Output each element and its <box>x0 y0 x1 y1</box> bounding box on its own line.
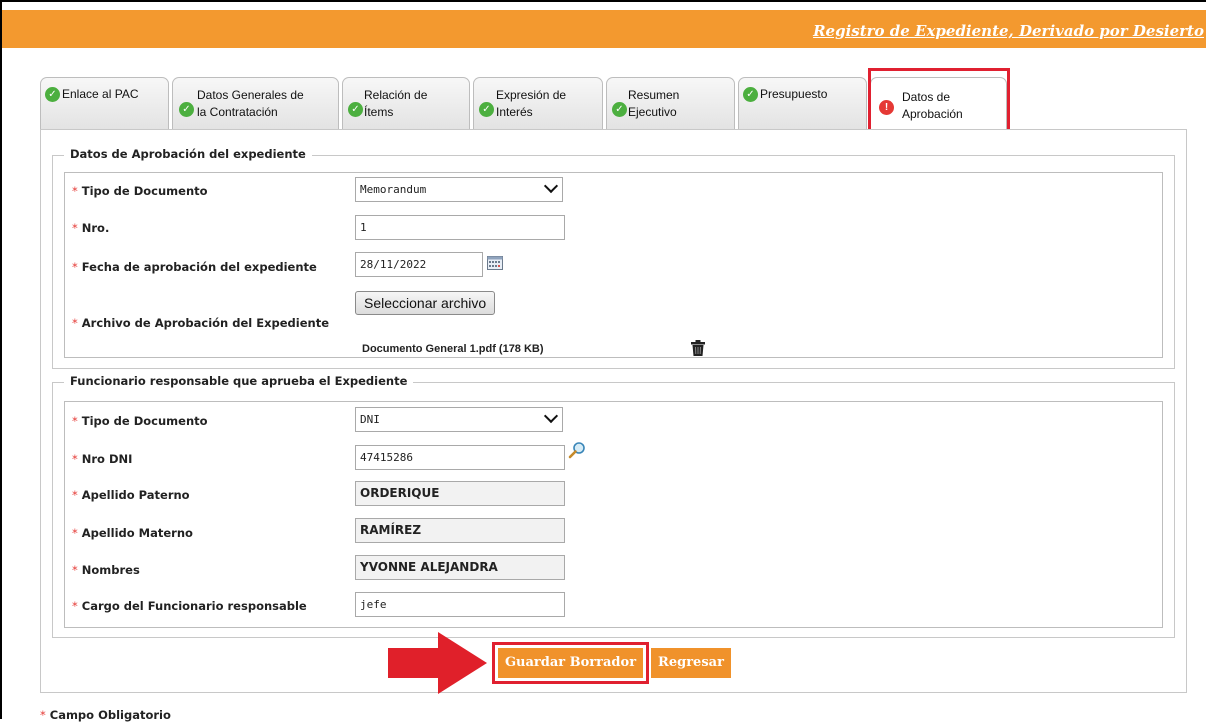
func-tipo-documento-select[interactable]: DNI <box>355 407 563 432</box>
fecha-label: *Fecha de aprobación del expediente <box>72 260 317 274</box>
header-bar: Registro de Expediente, Derivado por Des… <box>2 10 1206 48</box>
nro-input[interactable]: 1 <box>355 215 565 240</box>
page-title[interactable]: Registro de Expediente, Derivado por Des… <box>813 22 1204 40</box>
required-note: *Campo Obligatorio <box>40 708 171 722</box>
tab-label-2: Ejecutivo <box>628 104 677 120</box>
calendar-icon[interactable] <box>487 256 503 270</box>
required-mark: * <box>40 708 46 722</box>
required-mark: * <box>72 452 78 466</box>
nro-label: *Nro. <box>72 221 109 235</box>
check-icon: ✓ <box>612 102 627 117</box>
cargo-input[interactable]: jefe <box>355 592 565 617</box>
check-icon: ✓ <box>479 102 494 117</box>
apellido-materno-label: *Apellido Materno <box>72 526 193 540</box>
apellido-paterno-label: *Apellido Paterno <box>72 488 190 502</box>
tab-label-2: la Contratación <box>197 104 278 120</box>
trash-icon[interactable] <box>691 340 705 356</box>
check-icon: ✓ <box>45 87 60 102</box>
tab-label: Expresión de <box>496 87 566 103</box>
red-arrow-annotation <box>388 632 488 694</box>
apellido-paterno-field: ORDERIQUE <box>355 481 565 506</box>
legend-funcionario: Funcionario responsable que aprueba el E… <box>64 374 413 388</box>
tab-enlace-pac[interactable]: ✓ Enlace al PAC <box>40 77 169 129</box>
highlight-box-tab <box>868 68 1010 132</box>
tab-expresion-interes[interactable]: ✓ Expresión de Interés <box>473 77 603 129</box>
nro-dni-label: *Nro DNI <box>72 452 132 466</box>
required-mark: * <box>72 488 78 502</box>
cargo-label: *Cargo del Funcionario responsable <box>72 599 307 613</box>
nombres-label: *Nombres <box>72 563 140 577</box>
nro-dni-input[interactable]: 47415286 <box>355 445 565 470</box>
tab-label: Resumen <box>628 87 679 103</box>
check-icon: ✓ <box>179 102 194 117</box>
apellido-materno-field: RAMÍREZ <box>355 518 565 543</box>
highlight-box-guardar <box>492 642 649 684</box>
tab-datos-generales[interactable]: ✓ Datos Generales de la Contratación <box>172 77 339 129</box>
required-mark: * <box>72 526 78 540</box>
regresar-button[interactable]: Regresar <box>651 648 731 678</box>
tab-relacion-items[interactable]: ✓ Relación de Ítems <box>342 77 470 129</box>
tab-label: Datos Generales de <box>197 87 304 103</box>
legend-aprobacion: Datos de Aprobación del expediente <box>64 147 312 161</box>
nombres-field: YVONNE ALEJANDRA <box>355 555 565 580</box>
func-tipo-documento-label: *Tipo de Documento <box>72 414 208 428</box>
check-icon: ✓ <box>743 87 758 102</box>
tab-resumen-ejecutivo[interactable]: ✓ Resumen Ejecutivo <box>606 77 735 129</box>
chevron-down-icon <box>544 409 558 423</box>
tab-label-2: Interés <box>496 104 533 120</box>
tab-label: Enlace al PAC <box>62 86 138 102</box>
archivo-filename: Documento General 1.pdf (178 KB) <box>362 343 544 355</box>
required-mark: * <box>72 563 78 577</box>
seleccionar-archivo-button[interactable]: Seleccionar archivo <box>355 291 495 315</box>
tipo-documento-label: *Tipo de Documento <box>72 184 208 198</box>
funcionario-inner <box>64 401 1163 628</box>
search-icon[interactable] <box>568 441 586 459</box>
archivo-label: *Archivo de Aprobación del Expediente <box>72 316 329 330</box>
tab-presupuesto[interactable]: ✓ Presupuesto <box>738 77 867 129</box>
required-mark: * <box>72 221 78 235</box>
required-mark: * <box>72 599 78 613</box>
required-mark: * <box>72 184 78 198</box>
tab-label: Relación de <box>364 87 427 103</box>
fecha-input[interactable]: 28/11/2022 <box>355 252 483 277</box>
check-icon: ✓ <box>348 102 363 117</box>
tab-label-2: Ítems <box>364 104 393 120</box>
required-mark: * <box>72 260 78 274</box>
required-mark: * <box>72 414 78 428</box>
tab-label: Presupuesto <box>760 86 827 102</box>
tipo-documento-select[interactable]: Memorandum <box>355 177 563 202</box>
chevron-down-icon <box>544 179 558 193</box>
required-mark: * <box>72 316 78 330</box>
